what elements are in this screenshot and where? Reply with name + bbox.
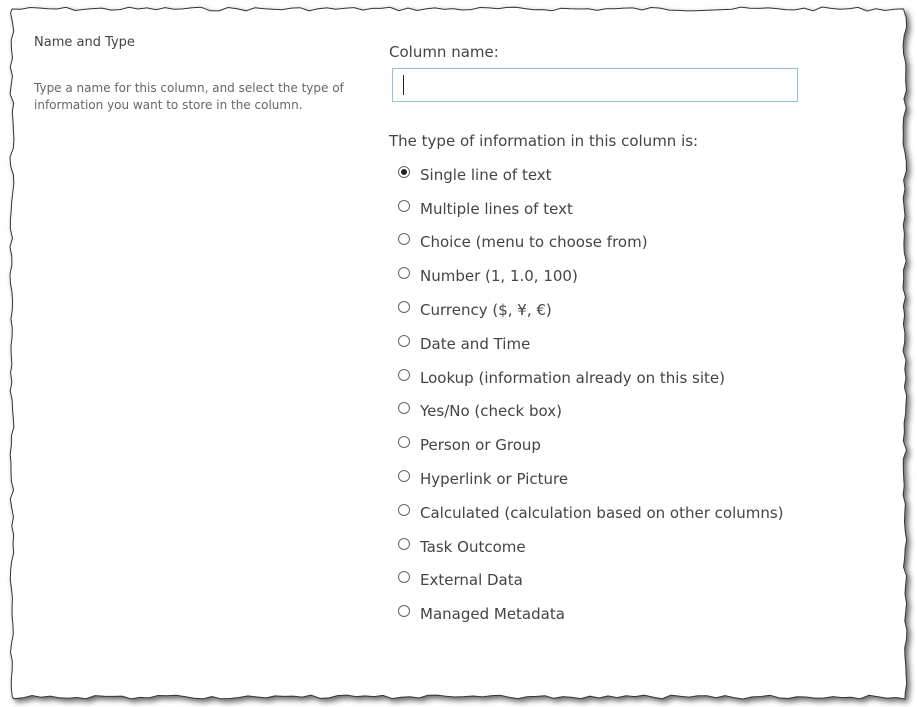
column-type-option-label: Task Outcome	[420, 537, 526, 556]
section-title: Name and Type	[34, 35, 135, 50]
column-type-option-label: Yes/No (check box)	[420, 402, 562, 421]
column-name-label: Column name:	[389, 43, 499, 61]
radio-unchecked-icon[interactable]	[398, 267, 410, 280]
column-type-option-label: Date and Time	[420, 334, 531, 353]
radio-unchecked-icon[interactable]	[398, 233, 410, 246]
column-type-option[interactable]: Choice (menu to choose from)	[389, 226, 904, 260]
column-type-option[interactable]: Calculated (calculation based on other c…	[389, 496, 904, 530]
column-type-option[interactable]: Hyperlink or Picture	[389, 462, 904, 496]
column-type-option-label: Single line of text	[420, 165, 552, 184]
column-type-option[interactable]: Multiple lines of text	[389, 192, 904, 226]
column-type-option[interactable]: Currency ($, ¥, €)	[389, 293, 904, 327]
radio-unchecked-icon[interactable]	[398, 470, 410, 483]
column-type-option-label: Choice (menu to choose from)	[420, 233, 648, 252]
radio-unchecked-icon[interactable]	[398, 301, 410, 314]
radio-checked-icon[interactable]	[398, 165, 410, 178]
column-type-label: The type of information in this column i…	[389, 132, 699, 150]
column-type-option-label: External Data	[420, 571, 523, 590]
column-type-option-label: Hyperlink or Picture	[420, 470, 569, 489]
column-type-option[interactable]: Lookup (information already on this site…	[389, 361, 904, 395]
radio-unchecked-icon[interactable]	[398, 368, 410, 381]
column-type-option[interactable]: Number (1, 1.0, 100)	[389, 259, 904, 293]
column-type-option[interactable]: Date and Time	[389, 327, 904, 361]
column-type-option-label: Multiple lines of text	[420, 199, 573, 218]
column-type-option[interactable]: Single line of text	[389, 158, 904, 192]
radio-unchecked-icon[interactable]	[398, 537, 410, 550]
column-type-option-label: Person or Group	[420, 436, 541, 455]
radio-unchecked-icon[interactable]	[398, 334, 410, 347]
radio-unchecked-icon[interactable]	[398, 402, 410, 415]
radio-unchecked-icon[interactable]	[398, 199, 410, 212]
column-type-option[interactable]: Task Outcome	[389, 530, 904, 564]
column-type-option[interactable]: Yes/No (check box)	[389, 395, 904, 429]
radio-unchecked-icon[interactable]	[398, 605, 410, 618]
column-name-input[interactable]	[392, 68, 798, 102]
column-type-option[interactable]: Person or Group	[389, 428, 904, 462]
radio-unchecked-icon[interactable]	[398, 436, 410, 449]
screenshot-frame: Name and Type Type a name for this colum…	[0, 0, 917, 707]
column-type-option-label: Managed Metadata	[420, 605, 565, 624]
column-type-options: Single line of text Multiple lines of tex…	[389, 158, 904, 631]
section-info: Name and Type Type a name for this colum…	[34, 34, 364, 114]
column-type-option-label: Number (1, 1.0, 100)	[420, 267, 578, 286]
column-type-option-label: Lookup (information already on this site…	[420, 368, 725, 387]
radio-unchecked-icon[interactable]	[398, 503, 410, 516]
section-fields: Column name: The type of information in …	[389, 42, 904, 631]
text-cursor	[403, 75, 404, 95]
column-type-option-label: Calculated (calculation based on other c…	[420, 503, 784, 522]
column-type-option-label: Currency ($, ¥, €)	[420, 301, 552, 320]
radio-unchecked-icon[interactable]	[398, 571, 410, 584]
column-type-option[interactable]: Managed Metadata	[389, 597, 904, 631]
column-type-option[interactable]: External Data	[389, 564, 904, 598]
section-description: Type a name for this column, and select …	[34, 81, 344, 112]
